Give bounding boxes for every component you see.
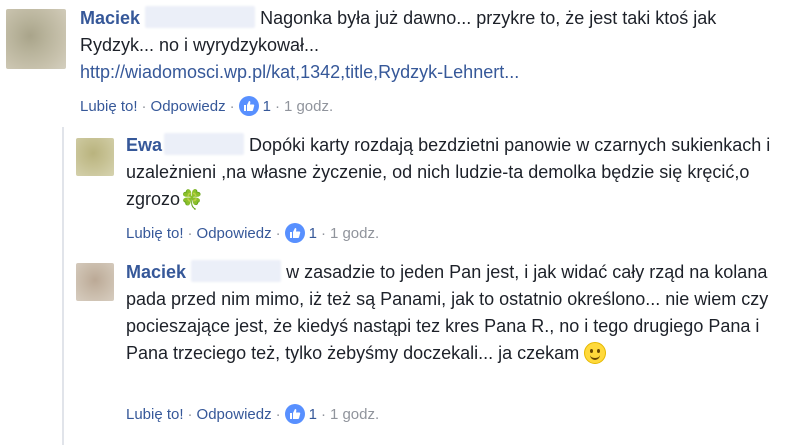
smiling-face-icon: [584, 342, 607, 364]
comment-link[interactable]: http://wiadomosci.wp.pl/kat,1342,title,R…: [80, 59, 795, 86]
comment-actions: Lubię to! · Odpowiedz · 1 · 1 godz.: [126, 223, 380, 243]
reply-button[interactable]: Odpowiedz: [151, 98, 226, 115]
like-button[interactable]: Lubię to!: [126, 406, 184, 423]
four-leaf-clover-icon: 🍀: [180, 190, 204, 211]
reply-comment: Maciek w zasadzie to jeden Pan jest, i j…: [126, 259, 796, 367]
comment-actions: Lubię to! · Odpowiedz · 1 · 1 godz.: [80, 96, 334, 116]
thumbs-up-icon[interactable]: [238, 96, 259, 116]
reply-button[interactable]: Odpowiedz: [197, 225, 272, 242]
timestamp[interactable]: 1 godz.: [330, 406, 379, 423]
avatar[interactable]: [6, 9, 66, 69]
author-name[interactable]: Maciek: [126, 262, 186, 282]
like-button[interactable]: Lubię to!: [80, 98, 138, 115]
timestamp[interactable]: 1 godz.: [330, 225, 379, 242]
reply-button[interactable]: Odpowiedz: [197, 406, 272, 423]
avatar[interactable]: [76, 263, 114, 301]
avatar[interactable]: [76, 138, 114, 176]
comment: Maciek Nagonka była już dawno... przykre…: [80, 5, 795, 86]
comment-actions: Lubię to! · Odpowiedz · 1 · 1 godz.: [126, 404, 380, 424]
author-name[interactable]: Maciek: [80, 8, 140, 28]
author-name[interactable]: Ewa: [126, 135, 162, 155]
like-button[interactable]: Lubię to!: [126, 225, 184, 242]
timestamp[interactable]: 1 godz.: [284, 98, 333, 115]
like-count[interactable]: 1: [309, 406, 317, 423]
thumbs-up-icon[interactable]: [284, 223, 305, 243]
like-count[interactable]: 1: [263, 98, 271, 115]
reply-comment: Ewa Dopóki karty rozdają bezdzietni pano…: [126, 132, 796, 214]
thumbs-up-icon[interactable]: [284, 404, 305, 424]
reply-thread-line: [62, 127, 64, 445]
like-count[interactable]: 1: [309, 225, 317, 242]
redacted-surname: [191, 260, 282, 282]
redacted-surname: [164, 133, 245, 155]
redacted-surname: [145, 6, 256, 28]
